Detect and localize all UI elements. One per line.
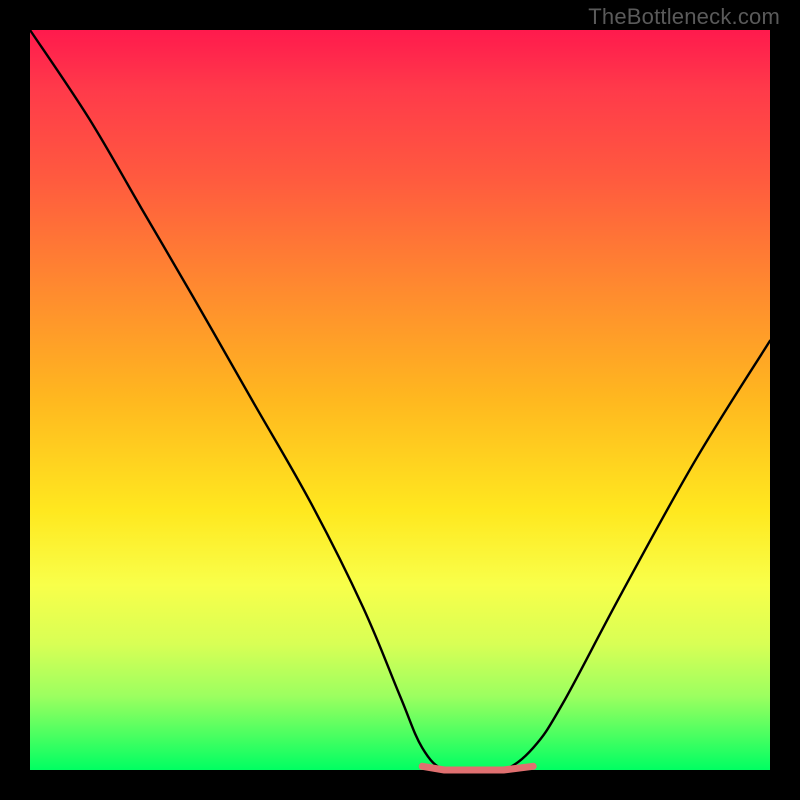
- bottleneck-curve: [30, 30, 770, 772]
- bottleneck-curve-svg: [30, 30, 770, 770]
- watermark-text: TheBottleneck.com: [588, 4, 780, 30]
- chart-frame: TheBottleneck.com: [0, 0, 800, 800]
- plot-area: [30, 30, 770, 770]
- flat-band: [422, 766, 533, 770]
